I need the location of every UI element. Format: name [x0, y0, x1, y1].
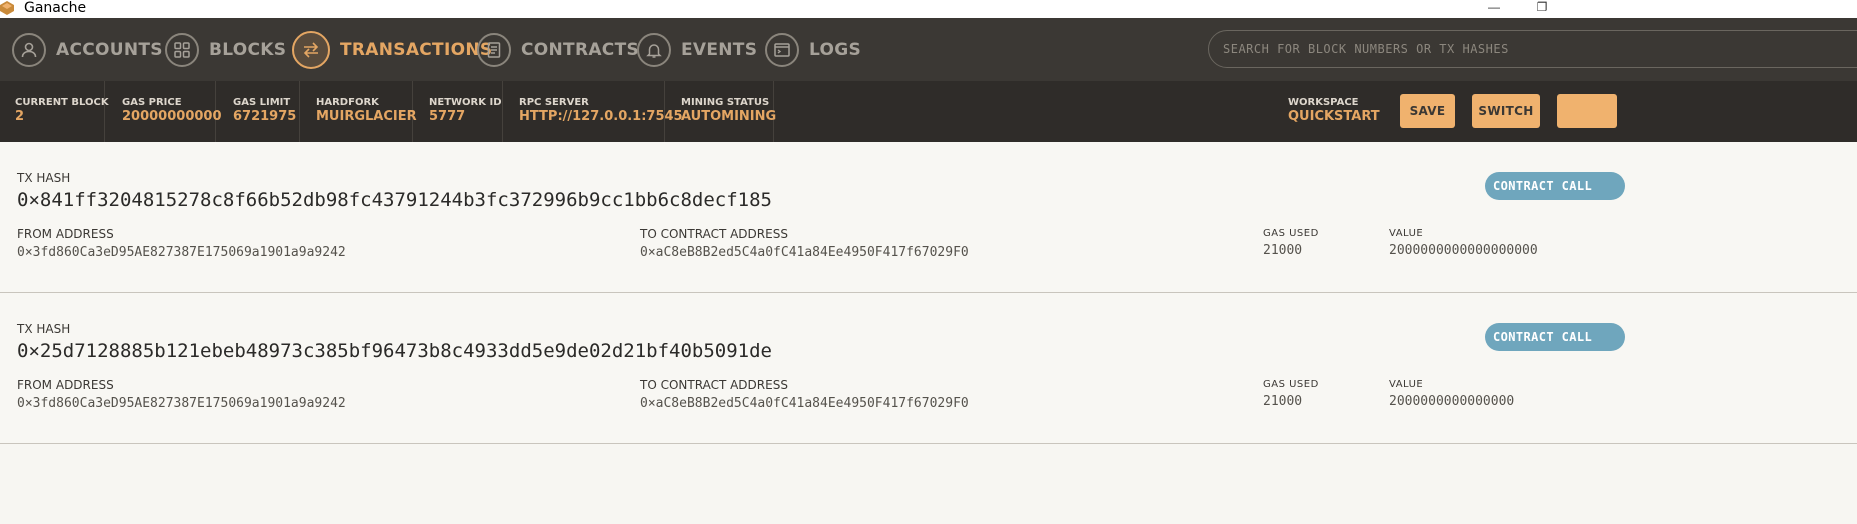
workspace-label: WORKSPACE [1288, 97, 1359, 108]
settings-button[interactable] [1557, 94, 1617, 128]
document-icon [477, 32, 511, 67]
gas-used-label: GAS USED [1263, 379, 1319, 390]
hardfork-label: HARDFORK [316, 97, 379, 108]
stat-current-block: CURRENT BLOCK 2 [0, 81, 109, 142]
value-amount: 2000000000000000000 [1389, 243, 1538, 258]
terminal-icon [765, 32, 799, 67]
gas-limit-value: 6721975 [233, 109, 297, 124]
mining-status-label: MINING STATUS [681, 97, 770, 108]
transfer-arrows-icon [292, 30, 330, 69]
value-label: VALUE [1389, 379, 1424, 390]
transaction-row[interactable]: TX HASH 0×841ff3204815278c8f66b52db98fc4… [0, 142, 1857, 293]
network-id-label: NETWORK ID [429, 97, 502, 108]
value-label: VALUE [1389, 228, 1424, 239]
tx-hash-label: TX HASH [17, 171, 71, 185]
nav-contracts[interactable]: CONTRACTS [477, 18, 639, 81]
nav-accounts[interactable]: ACCOUNTS [12, 18, 163, 81]
nav-events-label: EVENTS [681, 39, 758, 60]
window-title: Ganache [24, 0, 87, 16]
value-amount: 2000000000000000 [1389, 394, 1515, 409]
nav-logs[interactable]: LOGS [765, 18, 861, 81]
contract-call-badge: CONTRACT CALL [1485, 323, 1625, 351]
from-address-label: FROM ADDRESS [17, 378, 114, 392]
workspace-value: QUICKSTART [1288, 109, 1380, 124]
status-bar: CURRENT BLOCK 2 GAS PRICE 20000000000 GA… [0, 81, 1857, 142]
to-contract-address: 0×aC8eB8B2ed5C4a0fC41a84Ee4950F417f67029… [640, 245, 969, 260]
current-block-label: CURRENT BLOCK [15, 97, 109, 108]
tx-hash-label: TX HASH [17, 322, 71, 336]
rpc-server-value: HTTP://127.0.0.1:7545 [519, 109, 683, 124]
nav-blocks[interactable]: BLOCKS [165, 18, 286, 81]
network-id-value: 5777 [429, 109, 466, 124]
ganache-logo-icon [0, 1, 14, 15]
from-address-label: FROM ADDRESS [17, 227, 114, 241]
stat-mining-status: MINING STATUS AUTOMINING [666, 81, 777, 142]
window-titlebar: Ganache — ❐ [0, 0, 1857, 18]
gas-used-value: 21000 [1263, 243, 1303, 258]
nav-blocks-label: BLOCKS [209, 39, 287, 60]
to-contract-address: 0×aC8eB8B2ed5C4a0fC41a84Ee4950F417f67029… [640, 396, 969, 411]
gas-price-label: GAS PRICE [122, 97, 182, 108]
nav-transactions[interactable]: TRANSACTIONS [292, 18, 492, 81]
to-contract-address-label: TO CONTRACT ADDRESS [640, 227, 788, 241]
save-button[interactable]: SAVE [1400, 94, 1455, 128]
from-address: 0×3fd860Ca3eD95AE827387E175069a1901a9a92… [17, 245, 346, 260]
stat-network-id: NETWORK ID 5777 [414, 81, 503, 142]
blocks-grid-icon [165, 32, 199, 67]
rpc-server-label: RPC SERVER [519, 97, 589, 108]
switch-button[interactable]: SWITCH [1472, 94, 1540, 128]
mining-status-value: AUTOMINING [681, 109, 777, 124]
contract-call-badge: CONTRACT CALL [1485, 172, 1625, 200]
search-input[interactable] [1208, 30, 1857, 68]
gas-limit-label: GAS LIMIT [233, 97, 291, 108]
stat-rpc-server: RPC SERVER HTTP://127.0.0.1:7545 [504, 81, 683, 142]
nav-transactions-label: TRANSACTIONS [340, 39, 493, 60]
user-icon [12, 32, 46, 67]
tx-hash: 0×841ff3204815278c8f66b52db98fc43791244b… [17, 189, 772, 211]
gas-used-value: 21000 [1263, 394, 1303, 409]
gas-price-value: 20000000000 [122, 109, 222, 124]
from-address: 0×3fd860Ca3eD95AE827387E175069a1901a9a92… [17, 396, 346, 411]
gas-used-label: GAS USED [1263, 228, 1319, 239]
nav-events[interactable]: EVENTS [637, 18, 757, 81]
transaction-row[interactable]: TX HASH 0×25d7128885b121ebeb48973c385bf9… [0, 293, 1857, 444]
bell-icon [637, 32, 671, 67]
minimize-icon[interactable]: — [1474, 0, 1514, 18]
stat-gas-limit: GAS LIMIT 6721975 [218, 81, 300, 142]
hardfork-value: MUIRGLACIER [316, 109, 417, 124]
nav-logs-label: LOGS [809, 39, 862, 60]
current-block-value: 2 [15, 109, 25, 124]
nav-contracts-label: CONTRACTS [521, 39, 640, 60]
stat-gas-price: GAS PRICE 20000000000 [107, 81, 222, 142]
restore-icon[interactable]: ❐ [1522, 0, 1562, 18]
nav-accounts-label: ACCOUNTS [56, 39, 163, 60]
stat-hardfork: HARDFORK MUIRGLACIER [301, 81, 417, 142]
main-navbar: ACCOUNTS BLOCKS TRANSACTIONS CONTRACTS E… [0, 18, 1857, 81]
to-contract-address-label: TO CONTRACT ADDRESS [640, 378, 788, 392]
tx-hash: 0×25d7128885b121ebeb48973c385bf96473b8c4… [17, 340, 772, 362]
